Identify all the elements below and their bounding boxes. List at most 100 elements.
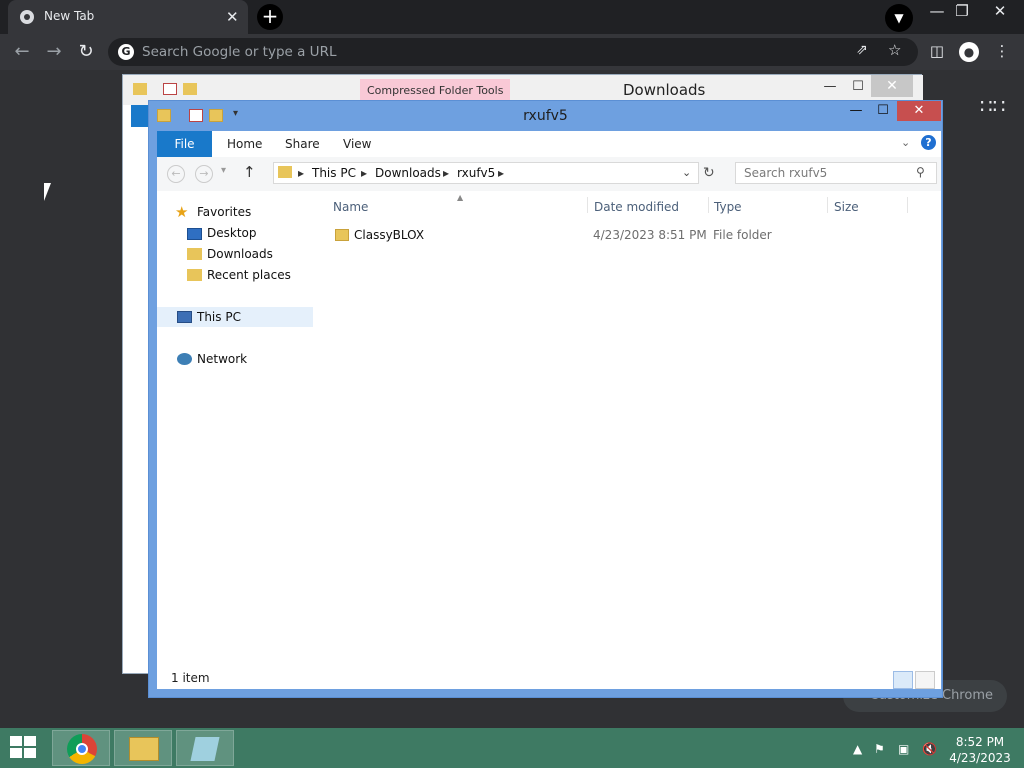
nav-desktop[interactable]: Desktop	[207, 223, 257, 243]
help-icon[interactable]: ?	[921, 135, 936, 150]
column-divider[interactable]	[907, 197, 908, 213]
large-icons-view-icon[interactable]	[915, 671, 935, 689]
column-divider[interactable]	[587, 197, 588, 213]
tab-home[interactable]: Home	[227, 131, 262, 157]
taskbar-file-explorer[interactable]	[114, 730, 172, 766]
nav-this-pc[interactable]: This PC	[197, 307, 241, 327]
tab-search-icon[interactable]: ▼	[885, 4, 913, 32]
item-count: 1 item	[171, 671, 210, 685]
chrome-restore-button[interactable]: ❐	[947, 2, 977, 20]
breadcrumb-this-pc[interactable]: This PC	[312, 166, 356, 180]
bookmark-star-icon[interactable]: ☆	[888, 41, 901, 59]
table-row[interactable]: ClassyBLOX 4/23/2023 8:51 PM File folder	[327, 225, 897, 245]
column-divider[interactable]	[827, 197, 828, 213]
recent-locations-icon[interactable]: ▾	[221, 165, 226, 176]
profile-icon[interactable]: ●	[959, 42, 979, 62]
mouse-cursor-icon	[44, 183, 51, 201]
up-arrow-icon[interactable]: ↑	[243, 163, 256, 181]
compressed-folder-tools-tab[interactable]: Compressed Folder Tools	[360, 79, 511, 102]
address-bar-row: ← → ▾ ↑ ▸ This PC ▸ Downloads ▸ rxufv5 ▸…	[157, 157, 941, 191]
app-icon	[190, 737, 220, 761]
action-center-flag-icon[interactable]: ⚑	[874, 742, 885, 756]
folder-icon	[278, 166, 292, 178]
breadcrumb-rxufv5[interactable]: rxufv5	[457, 166, 495, 180]
clock-date: 4/23/2023	[949, 751, 1011, 765]
file-name[interactable]: ClassyBLOX	[354, 228, 424, 242]
forward-icon[interactable]: →	[195, 165, 213, 183]
refresh-icon[interactable]: ↻	[703, 165, 715, 181]
explorer-maximize-button[interactable]: ☐	[870, 103, 896, 121]
favorites-star-icon: ★	[175, 203, 189, 221]
chrome-close-button[interactable]: ✕	[985, 2, 1015, 20]
volume-muted-icon[interactable]: 🔇	[922, 742, 937, 756]
search-placeholder: Search rxufv5	[744, 166, 828, 180]
new-folder-qat-icon[interactable]	[183, 83, 197, 95]
desktop-icon	[187, 228, 202, 240]
google-icon: G	[118, 44, 134, 60]
explorer-window[interactable]: ▾ rxufv5 — ☐ ✕ File Home Share View ⌄ ? …	[148, 100, 943, 698]
file-type: File folder	[713, 228, 772, 242]
downloads-window-title: Downloads	[623, 81, 706, 99]
nav-favorites[interactable]: Favorites	[197, 202, 251, 222]
chrome-favicon-icon	[20, 10, 34, 24]
column-date-modified[interactable]: Date modified	[594, 200, 679, 214]
new-tab-button[interactable]: +	[257, 4, 283, 30]
chrome-menu-icon[interactable]: ⋮	[992, 42, 1012, 60]
tab-view[interactable]: View	[343, 131, 371, 157]
details-view-icon[interactable]	[893, 671, 913, 689]
path-breadcrumb[interactable]: ▸ This PC ▸ Downloads ▸ rxufv5 ▸ ⌄	[273, 162, 699, 184]
search-box[interactable]: Search rxufv5 ⚲	[735, 162, 937, 184]
downloads-maximize-button[interactable]: ☐	[843, 79, 873, 94]
address-dropdown-icon[interactable]: ⌄	[682, 166, 691, 179]
tab-close-icon[interactable]: ✕	[226, 8, 239, 26]
reload-icon[interactable]: ↻	[76, 42, 96, 62]
computer-icon	[177, 311, 192, 323]
side-panel-icon[interactable]: ◫	[927, 42, 947, 60]
network-icon	[177, 353, 192, 365]
column-size[interactable]: Size	[834, 200, 859, 214]
taskbar-app[interactable]	[176, 730, 234, 766]
breadcrumb-separator-icon[interactable]: ▸	[443, 166, 449, 180]
breadcrumb-separator-icon[interactable]: ▸	[498, 166, 504, 180]
content-area: ★ Favorites Desktop Downloads Recent pla…	[157, 191, 941, 689]
nav-downloads[interactable]: Downloads	[207, 244, 273, 264]
tab-share[interactable]: Share	[285, 131, 320, 157]
ribbon: File Home Share View ⌄ ?	[157, 131, 941, 157]
taskbar-chrome[interactable]	[52, 730, 110, 766]
tab-new-tab[interactable]: New Tab ✕	[8, 0, 248, 34]
nav-recent-places[interactable]: Recent places	[207, 265, 291, 285]
network-tray-icon[interactable]: ▣	[898, 742, 909, 756]
recent-places-icon	[187, 269, 202, 281]
column-divider[interactable]	[708, 197, 709, 213]
explorer-close-button[interactable]: ✕	[897, 101, 941, 121]
breadcrumb-separator-icon[interactable]: ▸	[298, 166, 304, 180]
column-name[interactable]: Name	[333, 200, 368, 214]
downloads-folder-icon	[187, 248, 202, 260]
folder-icon	[335, 229, 349, 241]
forward-icon[interactable]: →	[44, 42, 64, 62]
file-date: 4/23/2023 8:51 PM	[593, 228, 707, 242]
chrome-icon-center	[76, 743, 88, 755]
show-hidden-icons-icon[interactable]: ▲	[853, 742, 862, 756]
back-icon[interactable]: ←	[12, 42, 32, 62]
ribbon-expand-icon[interactable]: ⌄	[901, 136, 910, 149]
back-icon[interactable]: ←	[167, 165, 185, 183]
windows-start-icon[interactable]	[10, 736, 38, 760]
omnibox[interactable]: G Search Google or type a URL ⇗ ☆	[108, 38, 918, 66]
search-icon[interactable]: ⚲	[916, 165, 925, 179]
downloads-minimize-button[interactable]: —	[815, 79, 845, 94]
google-apps-icon[interactable]: ∷∷	[980, 94, 1005, 118]
sort-arrow-icon: ▲	[457, 193, 464, 202]
taskbar-clock[interactable]: 8:52 PM 4/23/2023	[940, 734, 1020, 766]
tab-file[interactable]: File	[157, 131, 212, 157]
explorer-window-title: rxufv5	[523, 108, 568, 124]
column-type[interactable]: Type	[714, 200, 742, 214]
file-explorer-icon	[129, 737, 159, 761]
share-icon[interactable]: ⇗	[856, 42, 868, 58]
breadcrumb-downloads[interactable]: Downloads	[375, 166, 441, 180]
nav-network[interactable]: Network	[197, 349, 247, 369]
downloads-close-button[interactable]: ✕	[871, 75, 913, 97]
explorer-minimize-button[interactable]: —	[843, 103, 869, 121]
properties-qat-icon[interactable]	[163, 83, 177, 95]
breadcrumb-separator-icon[interactable]: ▸	[361, 166, 367, 180]
